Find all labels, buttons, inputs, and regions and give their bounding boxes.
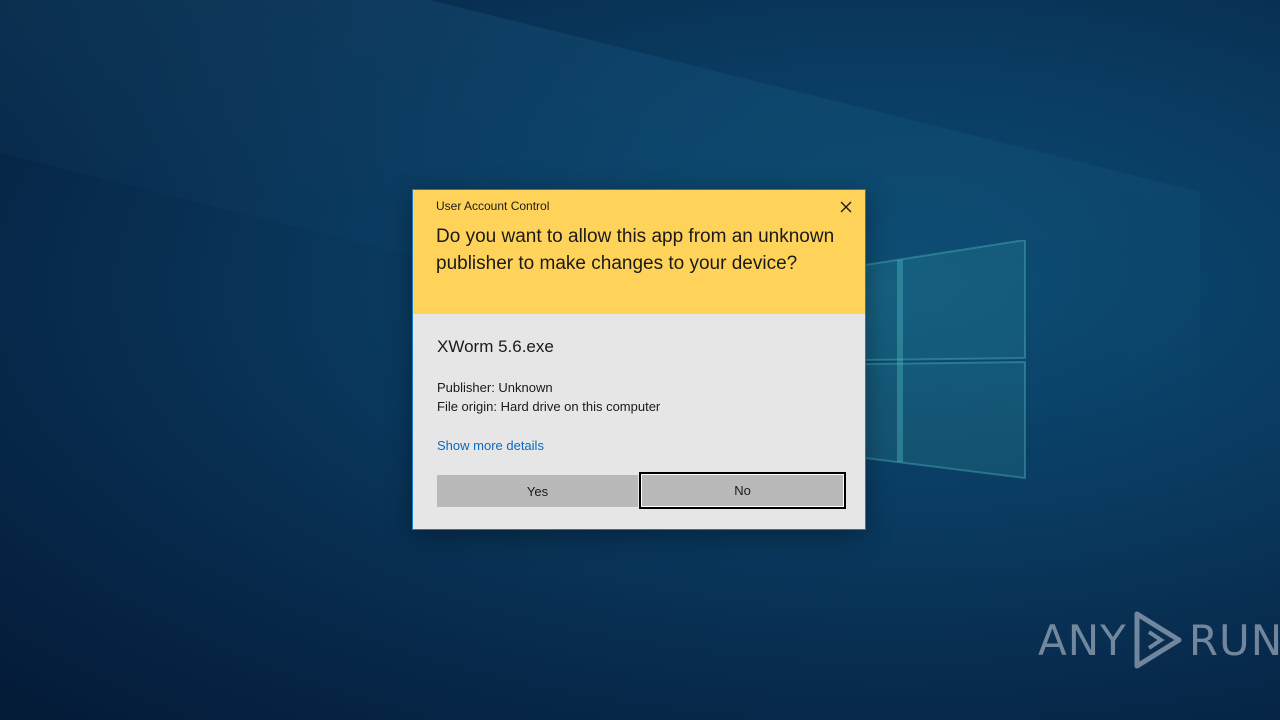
no-button-label: No	[734, 483, 751, 498]
uac-dialog: User Account Control Do you want to allo…	[412, 189, 866, 530]
close-icon	[840, 201, 852, 213]
publisher-text: Publisher: Unknown	[437, 380, 553, 395]
close-button[interactable]	[835, 196, 857, 218]
app-name: XWorm 5.6.exe	[437, 337, 554, 356]
no-button[interactable]: No	[639, 472, 846, 509]
yes-button[interactable]: Yes	[437, 475, 638, 507]
dialog-title: User Account Control	[436, 199, 550, 213]
watermark-right-text: RUN	[1188, 615, 1280, 665]
play-arrow-icon	[1134, 611, 1182, 669]
uac-question: Do you want to allow this app from an un…	[436, 226, 835, 274]
show-more-details-link[interactable]: Show more details	[437, 438, 544, 453]
file-origin-text: File origin: Hard drive on this computer	[437, 399, 661, 414]
anyrun-watermark: ANY RUN	[1038, 605, 1280, 675]
uac-header: User Account Control Do you want to allo…	[413, 190, 865, 314]
windows-logo-wallpaper	[864, 240, 1026, 480]
yes-button-label: Yes	[526, 483, 549, 499]
watermark-left-text: ANY	[1038, 615, 1127, 665]
